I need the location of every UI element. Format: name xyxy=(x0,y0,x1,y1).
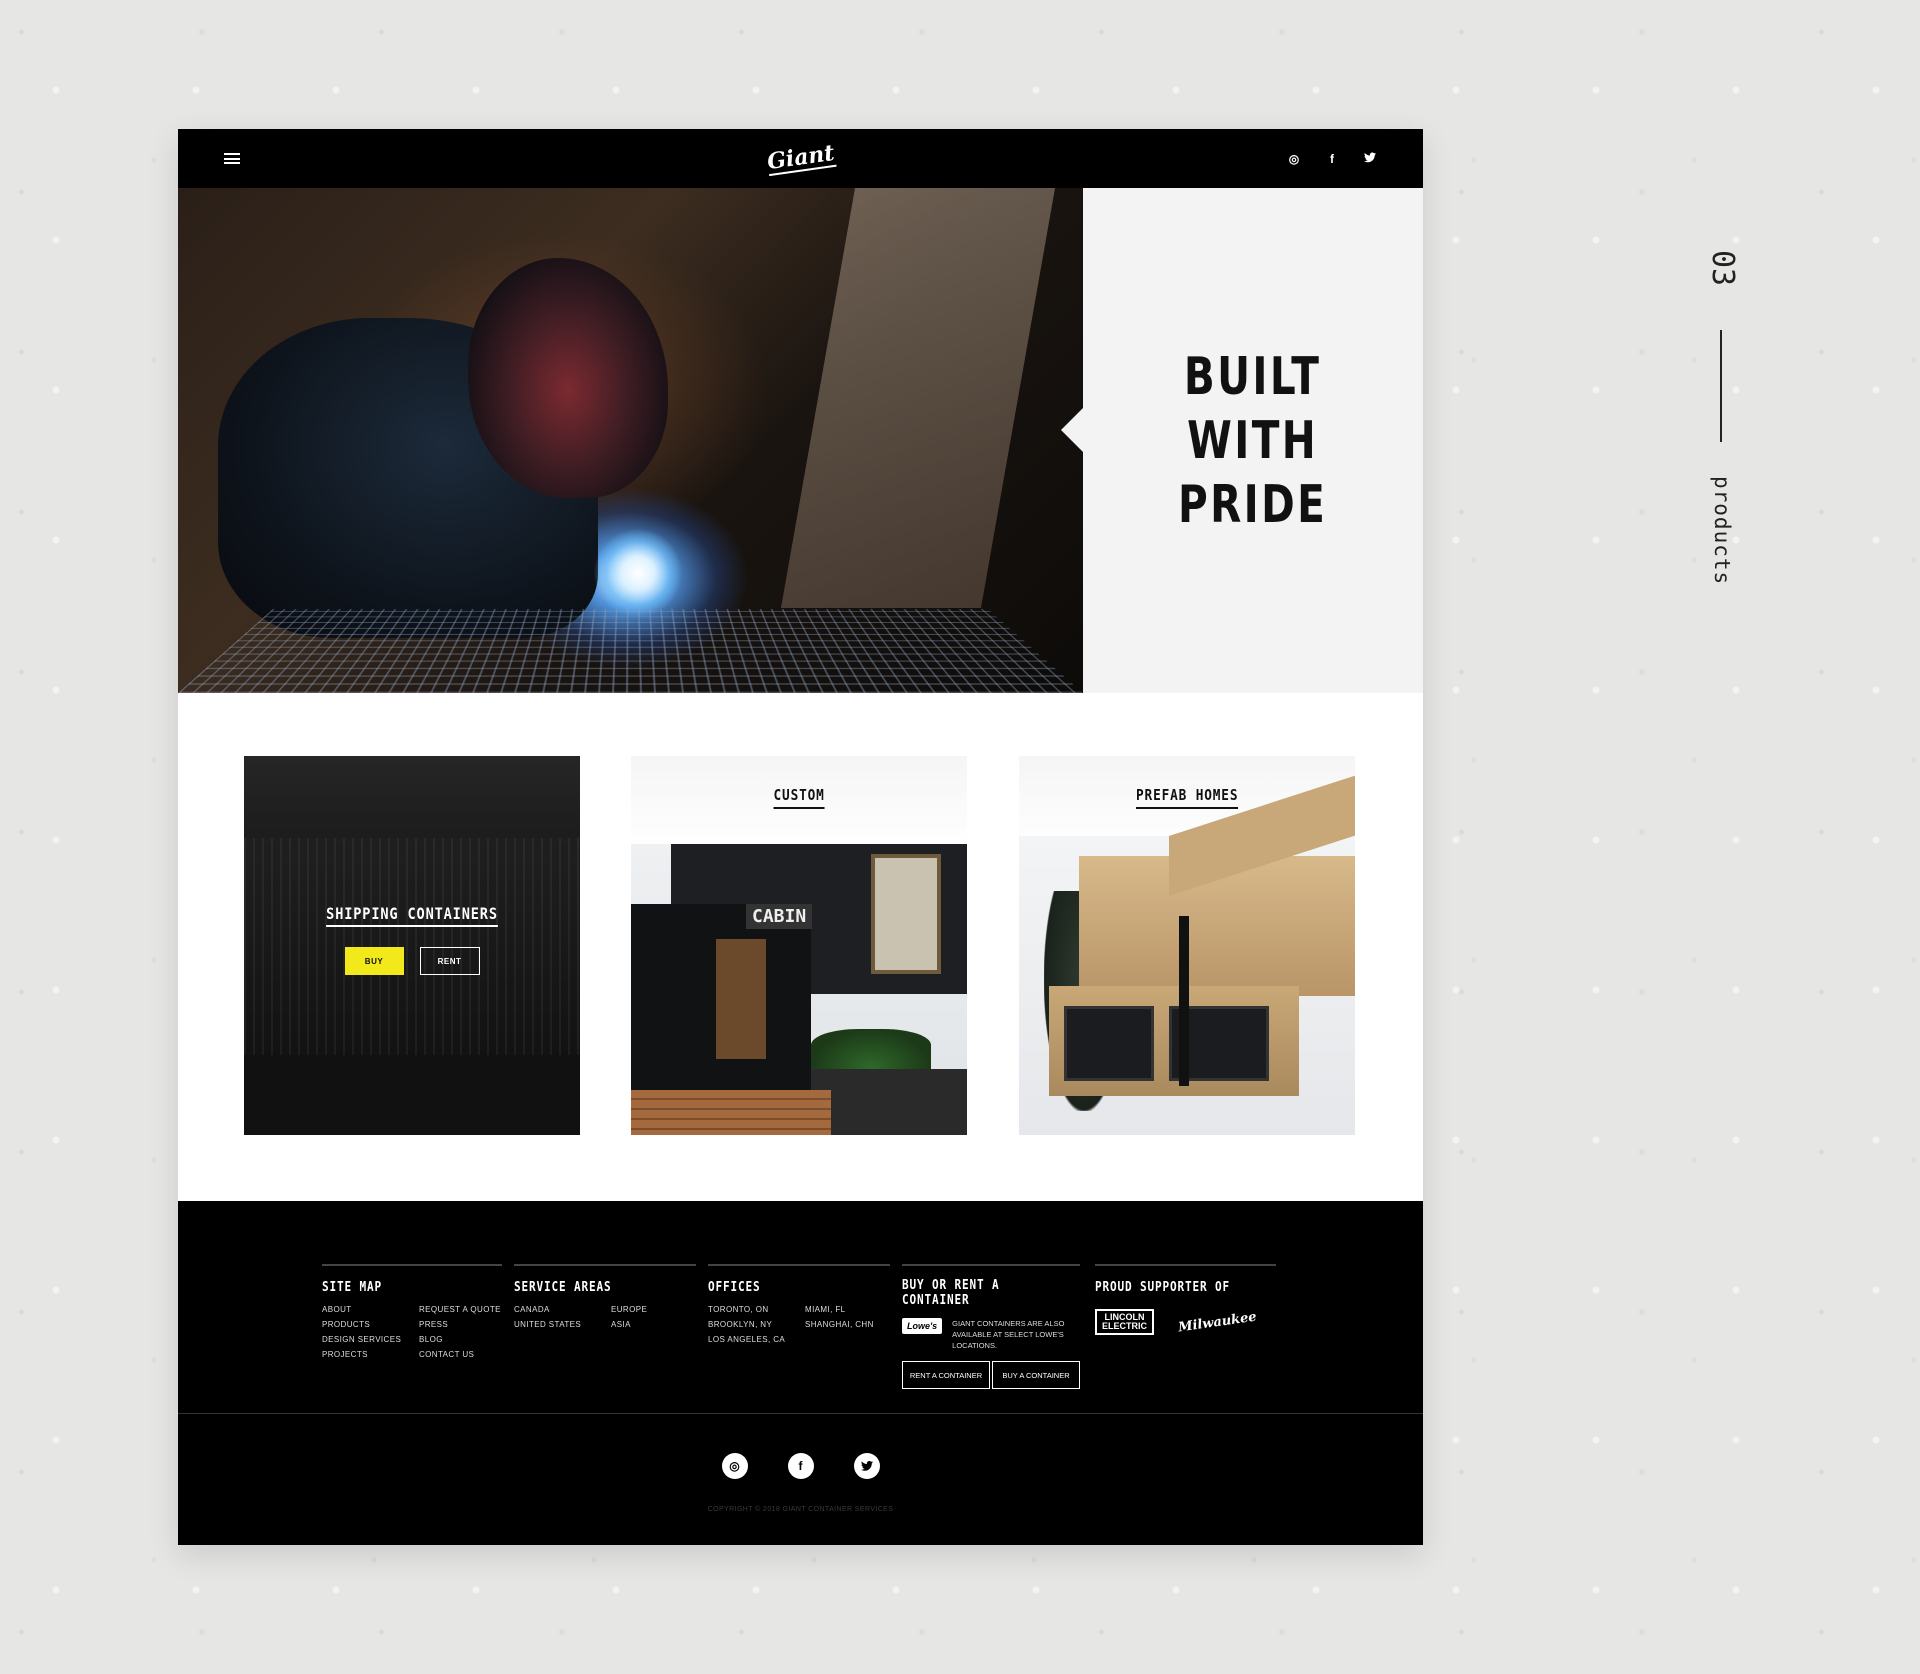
facebook-icon[interactable]: f xyxy=(1325,152,1339,166)
footer-supporter: PROUD SUPPORTER OF LINCOLN ELECTRIC Milw… xyxy=(1095,1264,1276,1335)
office-item: MIAMI, FL xyxy=(805,1305,902,1314)
facebook-icon[interactable]: f xyxy=(788,1453,814,1479)
instagram-icon[interactable]: ◎ xyxy=(722,1453,748,1479)
cabin-photo: CABIN xyxy=(631,844,967,1135)
footer-divider xyxy=(178,1413,1423,1414)
milwaukee-logo: Milwaukee xyxy=(1177,1309,1257,1335)
twitter-icon[interactable] xyxy=(1363,152,1377,166)
hero-section: BUILT WITH PRIDE xyxy=(178,188,1423,693)
footer-social-links: ◎ f xyxy=(178,1453,1423,1479)
service-area-item: UNITED STATES xyxy=(514,1320,611,1329)
service-area-item: CANADA xyxy=(514,1305,611,1314)
website-frame: Giant ◎ f BUILT WITH PRIDE SHIPPING CONT… xyxy=(178,129,1423,1545)
footer-link-design-services[interactable]: DESIGN SERVICES xyxy=(322,1335,419,1344)
custom-label: CUSTOM xyxy=(631,786,967,809)
footer-link-blog[interactable]: BLOG xyxy=(419,1335,516,1344)
service-area-item: EUROPE xyxy=(611,1305,708,1314)
hero-welder-photo xyxy=(178,188,1083,693)
twitter-icon[interactable] xyxy=(854,1453,880,1479)
instagram-icon[interactable]: ◎ xyxy=(1287,152,1301,166)
footer-link-request-quote[interactable]: REQUEST A QUOTE xyxy=(419,1305,516,1314)
prefab-homes-card[interactable]: PREFAB HOMES xyxy=(1019,756,1355,1135)
cabin-sign: CABIN xyxy=(746,904,812,929)
custom-card[interactable]: CUSTOM CABIN xyxy=(631,756,967,1135)
office-item: LOS ANGELES, CA xyxy=(708,1335,805,1344)
buy-button[interactable]: BUY xyxy=(345,947,404,975)
giant-logo[interactable]: Giant xyxy=(765,141,835,175)
section-name: products xyxy=(1710,476,1734,585)
site-footer: SITE MAP ABOUT REQUEST A QUOTE PRODUCTS … xyxy=(178,1201,1423,1545)
buy-container-button[interactable]: BUY A CONTAINER xyxy=(992,1361,1080,1389)
footer-link-about[interactable]: ABOUT xyxy=(322,1305,419,1314)
footer-buy-rent: BUY OR RENT A CONTAINER Lowe's GIANT CON… xyxy=(902,1264,1080,1389)
section-divider-line xyxy=(1720,330,1722,442)
footer-link-projects[interactable]: PROJECTS xyxy=(322,1350,419,1359)
footer-service-areas: SERVICE AREAS CANADA EUROPE UNITED STATE… xyxy=(514,1264,696,1329)
rent-button[interactable]: RENT xyxy=(420,947,480,975)
section-number: 03 xyxy=(1705,250,1740,286)
shipping-containers-label: SHIPPING CONTAINERS xyxy=(244,904,580,927)
hamburger-menu-icon[interactable] xyxy=(224,153,240,164)
shipping-containers-card[interactable]: SHIPPING CONTAINERS BUY RENT xyxy=(244,756,580,1135)
service-area-item: ASIA xyxy=(611,1320,708,1329)
footer-site-map: SITE MAP ABOUT REQUEST A QUOTE PRODUCTS … xyxy=(322,1264,502,1359)
top-nav-bar: Giant ◎ f xyxy=(178,129,1423,188)
office-item: BROOKLYN, NY xyxy=(708,1320,805,1329)
lowes-text: GIANT CONTAINERS ARE ALSO AVAILABLE AT S… xyxy=(952,1318,1070,1351)
lincoln-electric-logo: LINCOLN ELECTRIC xyxy=(1095,1309,1154,1335)
hero-text-panel: BUILT WITH PRIDE xyxy=(1083,188,1423,693)
prefab-home-photo xyxy=(1019,836,1355,1135)
footer-link-products[interactable]: PRODUCTS xyxy=(322,1320,419,1329)
office-item: SHANGHAI, CHN xyxy=(805,1320,902,1329)
copyright-text: COPYRIGHT © 2018 GIANT CONTAINER SERVICE… xyxy=(178,1506,1423,1513)
hero-title: BUILT WITH PRIDE xyxy=(1178,345,1327,537)
office-item: TORONTO, ON xyxy=(708,1305,805,1314)
footer-offices: OFFICES TORONTO, ON MIAMI, FL BROOKLYN, … xyxy=(708,1264,890,1344)
rent-container-button[interactable]: RENT A CONTAINER xyxy=(902,1361,990,1389)
products-section: SHIPPING CONTAINERS BUY RENT CUSTOM CABI… xyxy=(178,693,1423,1201)
footer-link-press[interactable]: PRESS xyxy=(419,1320,516,1329)
lowes-logo: Lowe's xyxy=(902,1318,942,1334)
top-social-links: ◎ f xyxy=(1287,152,1377,166)
footer-link-contact[interactable]: CONTACT US xyxy=(419,1350,516,1359)
